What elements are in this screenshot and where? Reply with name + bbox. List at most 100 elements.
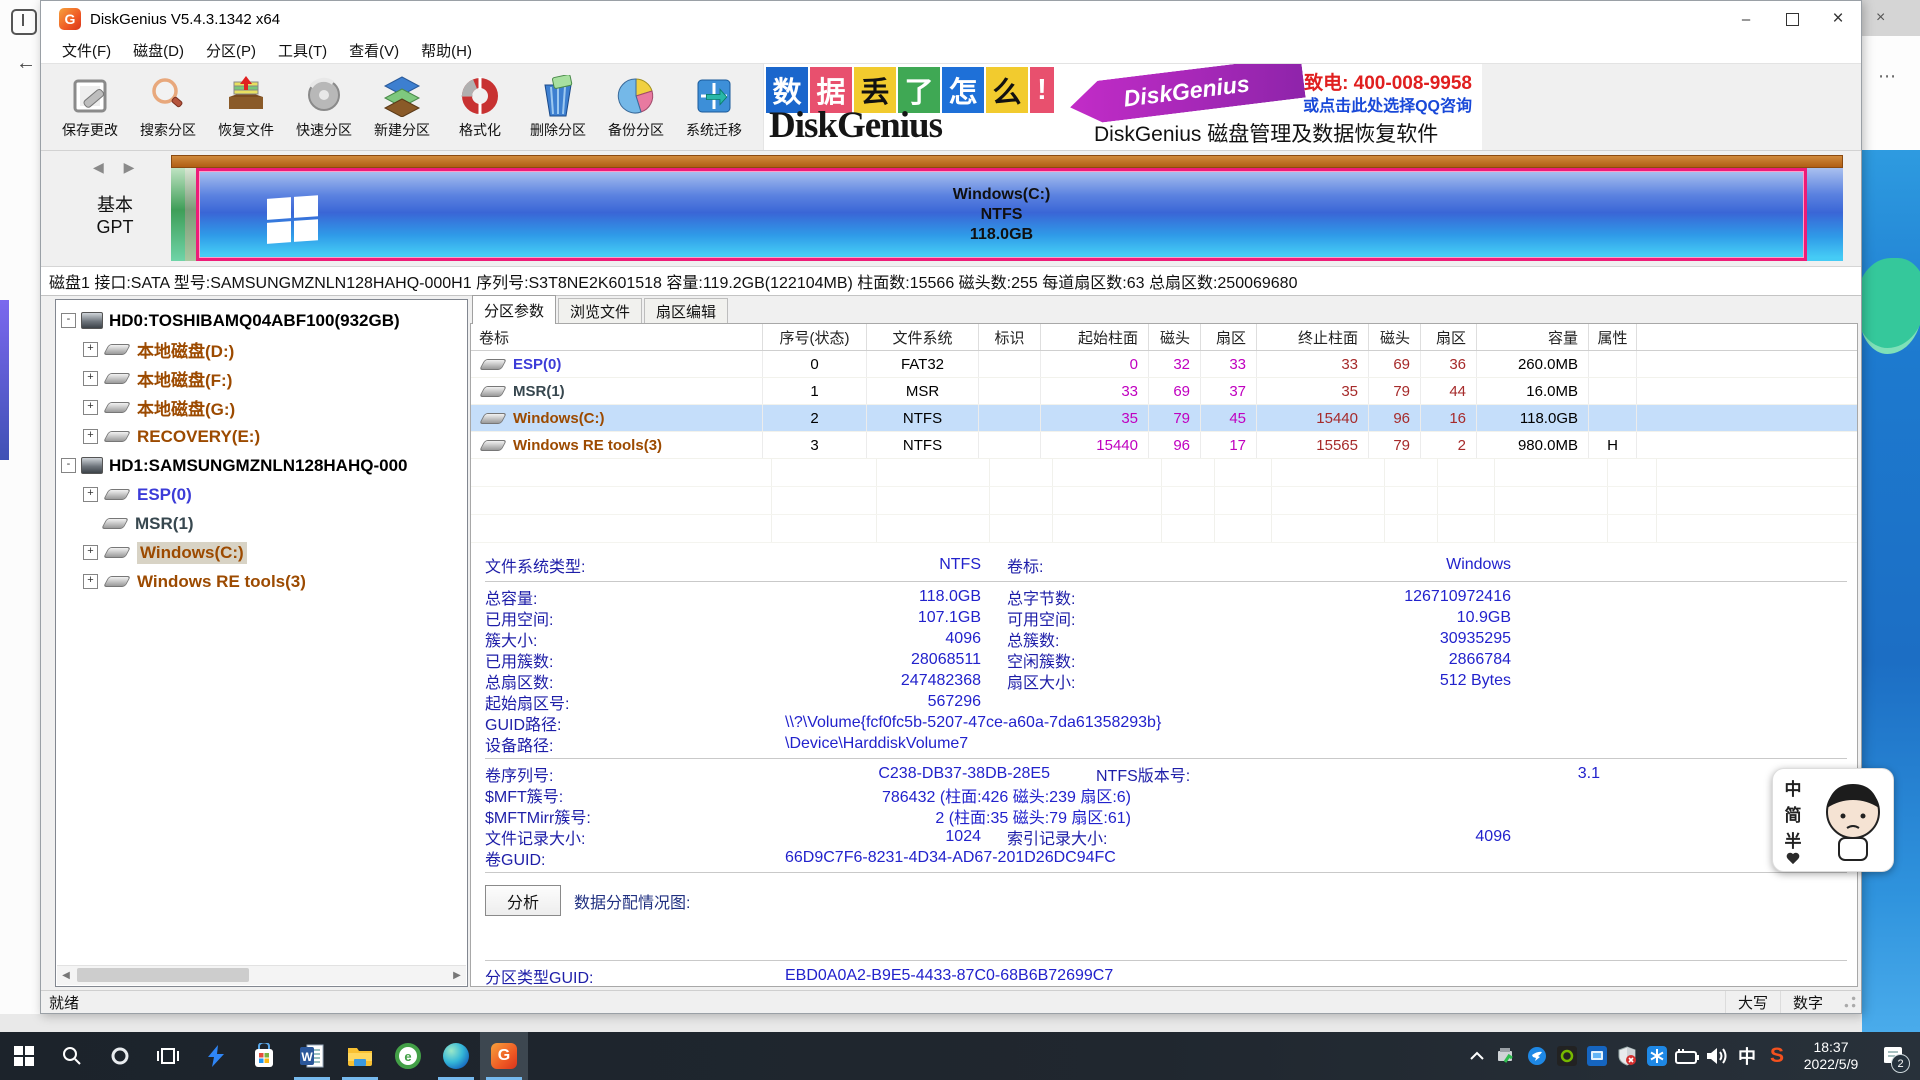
tray-security-icon[interactable] (1612, 1032, 1642, 1080)
ime-mascot-image (1813, 769, 1893, 871)
browser-more-icon[interactable]: ⋯ (1878, 66, 1897, 87)
ime-simplified-mode[interactable]: 简 (1785, 801, 1802, 826)
action-center-button[interactable]: 2 (1870, 1032, 1916, 1080)
tray-nvidia-icon[interactable] (1552, 1032, 1582, 1080)
background-window-close-icon[interactable]: × (1862, 0, 1920, 36)
recover-files-button[interactable]: 恢复文件 (207, 75, 285, 140)
app-ms-store[interactable] (240, 1032, 288, 1080)
tree-item-windows-c[interactable]: +Windows(C:) (56, 538, 467, 567)
minimize-button[interactable]: – (1723, 1, 1769, 37)
tab-partition-params[interactable]: 分区参数 (472, 295, 556, 324)
scroll-left-icon[interactable]: ◀ (57, 966, 75, 984)
close-button[interactable]: × (1815, 1, 1861, 37)
tray-ime-indicator[interactable]: 中 (1732, 1032, 1762, 1080)
table-row-windows-c[interactable]: Windows(C:) 2NTFS 357945 154409616 118.0… (471, 405, 1857, 432)
disk-bar: Windows(C:) NTFS 118.0GB (171, 155, 1843, 261)
tray-power-icon[interactable] (1672, 1032, 1702, 1080)
search-partition-button[interactable]: 搜索分区 (129, 75, 207, 140)
recovery-partition-block[interactable] (1807, 168, 1843, 261)
tab-sector-edit[interactable]: 扇区编辑 (644, 298, 728, 324)
tree-item-disk-f[interactable]: +本地磁盘(F:) (56, 364, 467, 393)
resize-grip[interactable] (1841, 993, 1859, 1011)
backup-partition-button[interactable]: 备份分区 (597, 75, 675, 140)
scroll-right-icon[interactable]: ▶ (448, 966, 466, 984)
tree-item-hd0[interactable]: -HD0:TOSHIBAMQ04ABF100(932GB) (56, 306, 467, 335)
expand-icon[interactable]: + (83, 545, 98, 560)
analyze-button[interactable]: 分析 (485, 885, 561, 916)
tree-item-disk-d[interactable]: +本地磁盘(D:) (56, 335, 467, 364)
disk-nav-arrows[interactable]: ◀ ▶ (93, 159, 142, 176)
tree-item-msr[interactable]: MSR(1) (56, 509, 467, 538)
task-view-icon (157, 1046, 179, 1066)
tray-expand-icon[interactable] (1462, 1032, 1492, 1080)
tree-horizontal-scrollbar[interactable]: ◀ ▶ (57, 965, 466, 985)
banner-ad[interactable]: 数 据 丢 了 怎 么 ! DiskGenius DiskGenius 致电: … (763, 64, 1482, 150)
banner-tile: 么 (986, 67, 1028, 113)
app-feishu[interactable] (192, 1032, 240, 1080)
tray-snowflake-icon[interactable] (1642, 1032, 1672, 1080)
tray-intel-graphics-icon[interactable] (1582, 1032, 1612, 1080)
collapse-icon[interactable]: - (61, 458, 76, 473)
task-view-button[interactable] (144, 1032, 192, 1080)
app-edge[interactable] (432, 1032, 480, 1080)
tree-item-recovery-e[interactable]: +RECOVERY(E:) (56, 422, 467, 451)
app-diskgenius[interactable]: G (480, 1032, 528, 1080)
recover-files-icon (225, 75, 267, 117)
table-row-esp[interactable]: ESP(0) 0FAT32 03233 336936 260.0MB (471, 351, 1857, 378)
sogou-ime-panel[interactable]: 中 简 半 (1772, 768, 1894, 872)
cortana-button[interactable] (96, 1032, 144, 1080)
expand-icon[interactable]: + (83, 371, 98, 386)
menu-partition[interactable]: 分区(P) (195, 40, 267, 61)
menu-tools[interactable]: 工具(T) (267, 40, 338, 61)
expand-icon[interactable]: + (83, 574, 98, 589)
start-button[interactable] (0, 1032, 48, 1080)
menu-file[interactable]: 文件(F) (51, 40, 122, 61)
esp-partition-block[interactable] (171, 168, 185, 261)
expand-icon[interactable]: + (83, 429, 98, 444)
tree-item-disk-g[interactable]: +本地磁盘(G:) (56, 393, 467, 422)
word-icon: W (299, 1043, 325, 1069)
menu-view[interactable]: 查看(V) (338, 40, 410, 61)
tree-item-windows-re[interactable]: +Windows RE tools(3) (56, 567, 467, 596)
tray-sogou-icon[interactable]: S (1762, 1032, 1792, 1080)
app-word[interactable]: W (288, 1032, 336, 1080)
heart-icon[interactable] (1786, 853, 1800, 865)
menu-disk[interactable]: 磁盘(D) (122, 40, 195, 61)
collapse-icon[interactable]: - (61, 313, 76, 328)
taskbar-search-button[interactable] (48, 1032, 96, 1080)
partition-icon (103, 402, 131, 413)
tray-volume-icon[interactable] (1702, 1032, 1732, 1080)
tray-dingtalk-icon[interactable] (1522, 1032, 1552, 1080)
banner-qq-link[interactable]: 或点击此处选择QQ咨询 (1303, 92, 1472, 116)
taskbar-clock[interactable]: 18:37 2022/5/9 (1792, 1039, 1870, 1073)
app-green-browser[interactable]: e (384, 1032, 432, 1080)
format-button[interactable]: 格式化 (441, 75, 519, 140)
scrollbar-thumb[interactable] (77, 968, 249, 982)
tree-item-hd1[interactable]: -HD1:SAMSUNGMZNLN128HAHQ-000 (56, 451, 467, 480)
table-row-msr[interactable]: MSR(1) 1MSR 336937 357944 16.0MB (471, 378, 1857, 405)
browser-back-icon[interactable]: ← (16, 52, 36, 75)
menu-help[interactable]: 帮助(H) (410, 40, 483, 61)
delete-partition-button[interactable]: 删除分区 (519, 75, 597, 140)
expand-icon[interactable]: + (83, 400, 98, 415)
banner-ribbon: DiskGenius (1067, 64, 1305, 126)
system-migration-button[interactable]: 系统迁移 (675, 75, 753, 140)
save-changes-button[interactable]: 保存更改 (51, 75, 129, 140)
app-file-explorer[interactable] (336, 1032, 384, 1080)
new-partition-button[interactable]: 新建分区 (363, 75, 441, 140)
msr-partition-block[interactable] (185, 168, 196, 261)
tree-item-esp[interactable]: +ESP(0) (56, 480, 467, 509)
windows-c-partition-block[interactable]: Windows(C:) NTFS 118.0GB (196, 168, 1807, 261)
save-icon (69, 75, 111, 117)
partition-fs: NTFS (981, 205, 1023, 225)
maximize-button[interactable] (1769, 1, 1815, 37)
tray-printer-icon[interactable] (1492, 1032, 1522, 1080)
ime-cn-mode[interactable]: 中 (1785, 775, 1802, 800)
table-row-windows-re[interactable]: Windows RE tools(3) 3NTFS 154409617 1556… (471, 432, 1857, 459)
quick-partition-button[interactable]: 快速分区 (285, 75, 363, 140)
ime-halfwidth-mode[interactable]: 半 (1785, 827, 1802, 852)
tab-browse-files[interactable]: 浏览文件 (558, 298, 642, 324)
detail-row: 总扇区数:247482368扇区大小:512 Bytes (485, 670, 1857, 691)
expand-icon[interactable]: + (83, 342, 98, 357)
expand-icon[interactable]: + (83, 487, 98, 502)
